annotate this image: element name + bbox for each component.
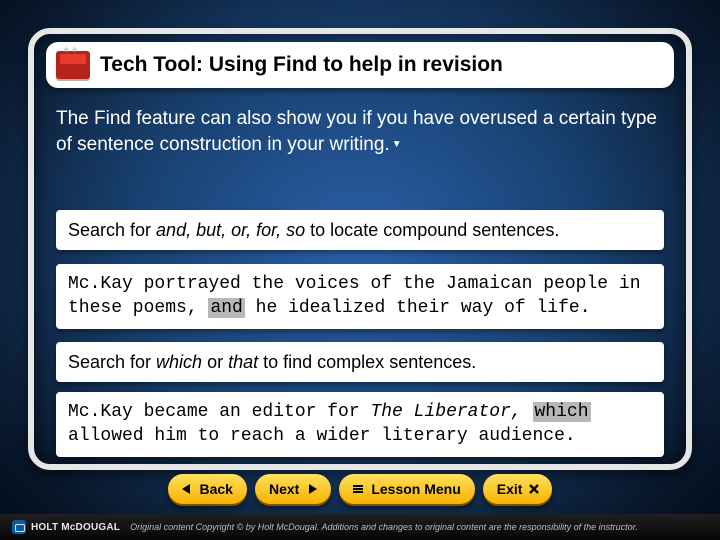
footer-bar: HOLT McDOUGAL Original content Copyright… — [0, 514, 720, 540]
button-label: Lesson Menu — [371, 481, 460, 497]
exit-button[interactable]: Exit — [483, 474, 553, 504]
slide-stage: ✦✦ Tech Tool: Using Find to help in revi… — [0, 0, 720, 540]
slide-frame: ✦✦ Tech Tool: Using Find to help in revi… — [28, 28, 692, 470]
button-label: Next — [269, 481, 299, 497]
italic-terms: and, but, or, for, so — [156, 220, 305, 240]
italic-term: that — [228, 352, 258, 372]
text: Search for — [68, 220, 156, 240]
button-label: Back — [200, 481, 233, 497]
publisher-logo: HOLT McDOUGAL — [12, 520, 120, 534]
button-label: Exit — [497, 481, 523, 497]
text: allowed him to reach a wider literary au… — [68, 426, 576, 446]
close-icon — [528, 483, 540, 495]
example-box-2: Mc.Kay became an editor for The Liberato… — [56, 392, 664, 457]
caret-down-icon: ▼ — [649, 312, 660, 324]
text: or — [202, 352, 228, 372]
title-bar: ✦✦ Tech Tool: Using Find to help in revi… — [46, 42, 674, 88]
instruction-box-2: Search for which or that to find complex… — [56, 342, 664, 382]
instruction-box-1: Search for and, but, or, for, so to loca… — [56, 210, 664, 250]
toolbox-icon: ✦✦ — [56, 51, 90, 79]
arrow-left-icon — [180, 482, 194, 496]
lesson-menu-button[interactable]: Lesson Menu — [339, 474, 474, 504]
text — [522, 402, 533, 422]
nav-bar: Back Next Lesson Menu Exit — [0, 474, 720, 508]
intro-text: The Find feature can also show you if yo… — [56, 106, 664, 157]
logo-text: HOLT McDOUGAL — [31, 522, 120, 533]
copyright-text: Original content Copyright © by Holt McD… — [130, 522, 638, 532]
text: to find complex sentences. — [258, 352, 476, 372]
text: he idealized their way of life. — [245, 298, 591, 318]
slide-title: Tech Tool: Using Find to help in revisio… — [100, 53, 503, 77]
back-button[interactable]: Back — [168, 474, 247, 504]
italic-term: which — [156, 352, 202, 372]
logo-mark-icon — [12, 520, 26, 534]
highlight-word: and — [208, 298, 244, 318]
text: Mc.Kay became an editor for — [68, 402, 370, 422]
next-button[interactable]: Next — [255, 474, 331, 504]
example-box-1: Mc.Kay portrayed the voices of the Jamai… — [56, 264, 664, 329]
menu-icon — [351, 482, 365, 496]
arrow-right-icon — [305, 482, 319, 496]
highlight-word: which — [533, 402, 591, 422]
caret-down-icon: ▼ — [392, 139, 402, 150]
italic-title: The Liberator, — [370, 402, 521, 422]
text: Search for — [68, 352, 156, 372]
text: to locate compound sentences. — [305, 220, 559, 240]
intro-text-content: The Find feature can also show you if yo… — [56, 108, 657, 155]
